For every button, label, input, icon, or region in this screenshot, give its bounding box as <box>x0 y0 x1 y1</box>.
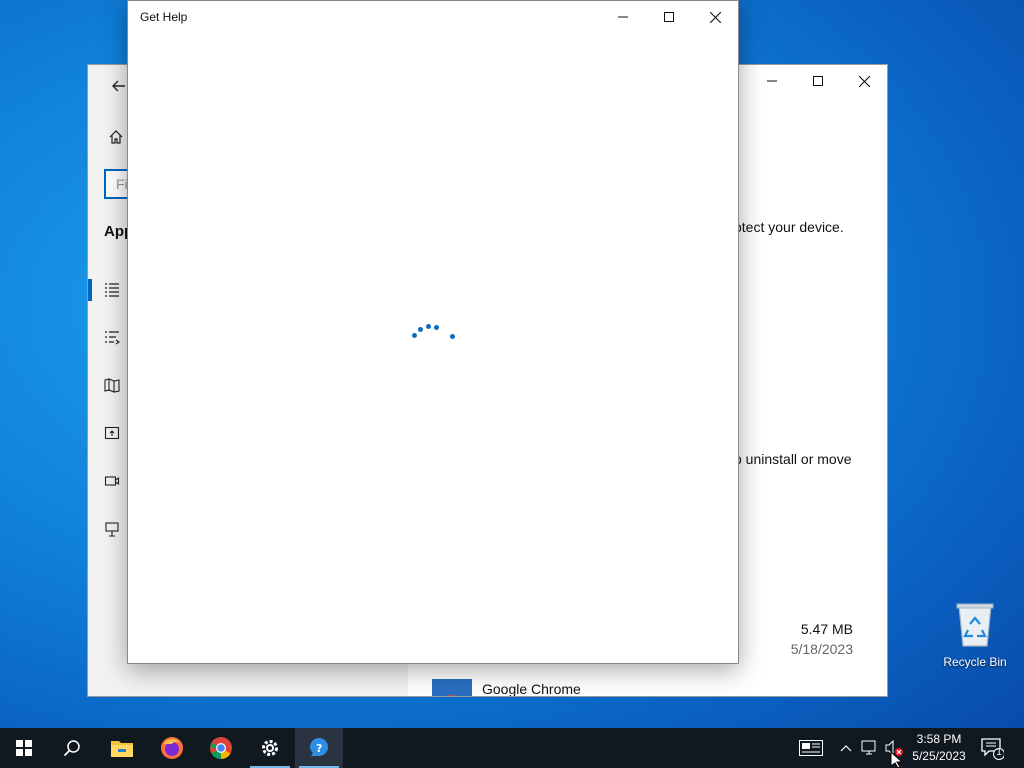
close-icon <box>709 11 721 23</box>
app-install-date: 5/18/2023 <box>790 641 853 657</box>
google-chrome-app-icon <box>432 679 472 696</box>
uninstall-move-text: o uninstall or move <box>734 451 852 467</box>
video-icon <box>104 476 120 486</box>
home-icon <box>109 130 123 144</box>
map-icon <box>104 378 120 393</box>
network-button[interactable] <box>860 738 880 758</box>
start-button[interactable] <box>0 728 48 768</box>
firefox-icon <box>161 737 183 759</box>
settings-minimize-button[interactable] <box>749 65 795 97</box>
desktop: Fi App otect your device. o uninstall or… <box>0 0 1024 728</box>
maximize-icon <box>664 12 674 22</box>
app-size: 5.47 MB <box>800 621 853 637</box>
gethelp-maximize-button[interactable] <box>646 1 692 33</box>
get-help-window: Get Help <box>127 0 739 664</box>
svg-text:?: ? <box>316 742 322 755</box>
file-explorer-icon <box>111 741 133 757</box>
chevron-up-icon <box>840 745 852 752</box>
settings-icon <box>262 740 278 756</box>
news-widget-button[interactable] <box>798 738 824 758</box>
settings-maximize-button[interactable] <box>795 65 841 97</box>
get-help-icon: ? <box>310 738 328 756</box>
settings-taskbar-button[interactable] <box>246 728 294 768</box>
spinner-dot <box>412 333 417 338</box>
recycle-bin-icon <box>956 603 994 647</box>
firefox-button[interactable] <box>148 728 196 768</box>
clock-date: 5/25/2023 <box>912 749 966 763</box>
chrome-icon <box>210 737 232 759</box>
network-icon <box>861 740 876 755</box>
loading-spinner <box>408 317 458 347</box>
website-app-icon <box>104 426 120 440</box>
minimize-icon <box>767 80 777 82</box>
start-icon <box>16 740 32 756</box>
default-apps-icon <box>105 331 120 345</box>
spinner-dot <box>426 324 431 329</box>
file-explorer-button[interactable] <box>98 728 146 768</box>
clock[interactable]: 3:58 PM 5/25/2023 <box>906 731 972 765</box>
home-button[interactable] <box>104 125 128 149</box>
get-help-taskbar-button[interactable]: ? <box>295 728 343 768</box>
maximize-icon <box>813 76 823 86</box>
gethelp-close-button[interactable] <box>692 1 738 33</box>
window-title: Get Help <box>140 10 188 24</box>
app-name[interactable]: Google Chrome <box>482 681 581 696</box>
chrome-button[interactable] <box>197 728 245 768</box>
notification-count: 1 <box>996 747 1002 758</box>
clock-time: 3:58 PM <box>916 732 962 746</box>
close-icon <box>858 75 870 87</box>
protect-device-text: otect your device. <box>734 219 844 235</box>
action-center-button[interactable]: 1 <box>980 736 1005 760</box>
taskbar: ? 3:58 PM 5/25/2023 1 <box>0 728 1024 768</box>
mouse-cursor <box>890 751 902 768</box>
back-arrow-icon <box>112 80 125 92</box>
search-icon <box>63 740 80 757</box>
startup-icon <box>105 522 119 537</box>
spinner-dot <box>450 334 455 339</box>
recycle-bin-label: Recycle Bin <box>943 655 1007 669</box>
list-icon <box>105 283 119 297</box>
search-button[interactable] <box>48 728 96 768</box>
recycle-bin-shortcut[interactable]: Recycle Bin <box>940 600 1010 669</box>
minimize-icon <box>618 16 628 18</box>
show-hidden-icons-button[interactable] <box>836 738 856 758</box>
spinner-dot <box>434 325 439 330</box>
news-icon <box>799 740 823 756</box>
gethelp-minimize-button[interactable] <box>600 1 646 33</box>
spinner-dot <box>418 327 423 332</box>
settings-close-button[interactable] <box>841 65 887 97</box>
